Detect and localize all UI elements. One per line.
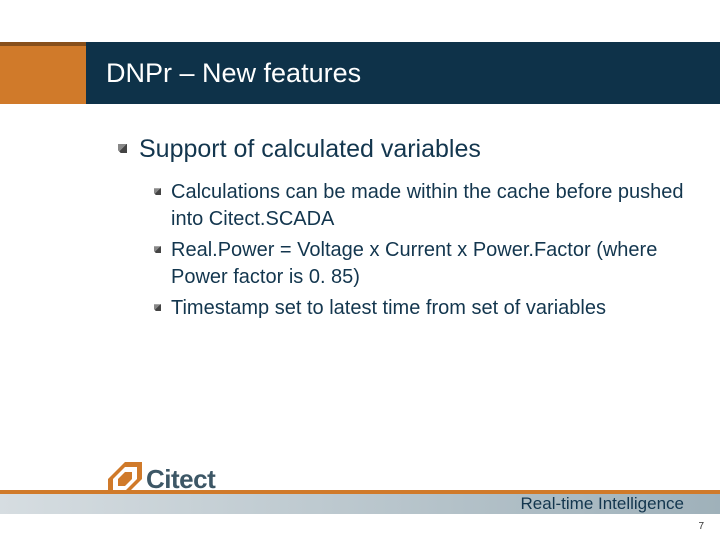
bullet-icon xyxy=(154,246,161,253)
list-item: Calculations can be made within the cach… xyxy=(154,179,688,233)
bullet-icon xyxy=(154,304,161,311)
slide-title: DNPr – New features xyxy=(106,58,361,89)
list-item: Support of calculated variables xyxy=(118,134,688,165)
bullet-icon xyxy=(118,144,127,153)
bullet-text: Timestamp set to latest time from set of… xyxy=(171,295,606,322)
content-area: Support of calculated variables Calculat… xyxy=(118,134,688,326)
list-item: Timestamp set to latest time from set of… xyxy=(154,295,688,322)
bullet-text: Calculations can be made within the cach… xyxy=(171,179,688,233)
tagline-text: Real-time Intelligence xyxy=(521,494,684,514)
page-number: 7 xyxy=(698,521,704,532)
header-accent-block xyxy=(0,42,86,104)
bullet-text: Real.Power = Voltage x Current x Power.F… xyxy=(171,237,688,291)
title-bar: DNPr – New features xyxy=(86,42,720,104)
list-item: Real.Power = Voltage x Current x Power.F… xyxy=(154,237,688,291)
footer-bar: Real-time Intelligence xyxy=(0,490,720,514)
heading-text: Support of calculated variables xyxy=(139,134,481,165)
bullet-icon xyxy=(154,188,161,195)
